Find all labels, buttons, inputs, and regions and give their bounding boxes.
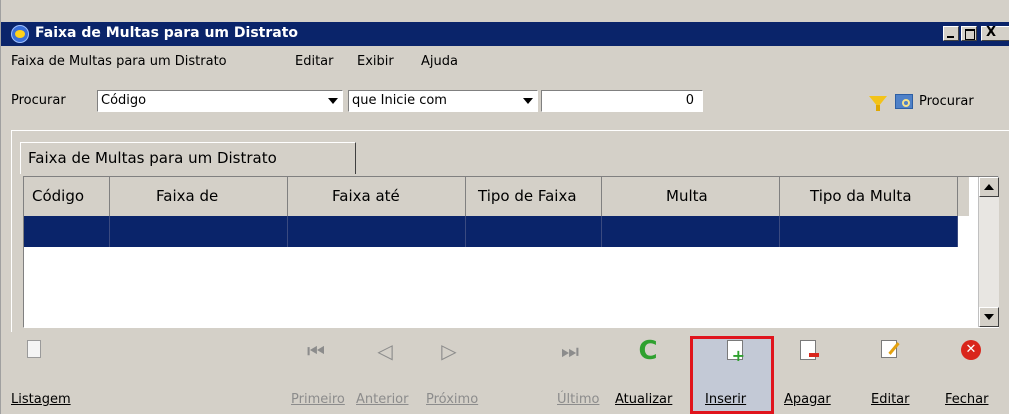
- atualizar-label: Atualizar: [615, 392, 673, 407]
- primeiro-label: Primeiro: [291, 392, 345, 407]
- maximize-icon: [965, 29, 975, 40]
- ultimo-label: Último: [557, 392, 600, 407]
- tab-label: Faixa de Multas para um Distrato: [28, 149, 277, 167]
- column-header-multa[interactable]: Multa: [602, 177, 780, 216]
- column-header-tipo-faixa[interactable]: Tipo de Faixa: [466, 177, 602, 216]
- close-window-button[interactable]: X: [981, 25, 1009, 41]
- search-mode-select[interactable]: que Inicie com: [348, 90, 538, 112]
- editar-label: Editar: [871, 392, 910, 407]
- data-grid[interactable]: Código Faixa de Faixa até Tipo de Faixa …: [23, 176, 999, 328]
- next-icon: ▷: [441, 339, 457, 363]
- apagar-button[interactable]: Apagar: [784, 340, 844, 412]
- search-label: Procurar: [11, 93, 66, 108]
- search-icon: [895, 94, 913, 109]
- table-cell[interactable]: [602, 216, 780, 247]
- menu-item-main[interactable]: Faixa de Multas para um Distrato: [11, 54, 227, 69]
- close-icon: ✕: [961, 340, 981, 360]
- listagem-label: Listagem: [11, 392, 71, 407]
- title-bar[interactable]: Faixa de Multas para um Distrato X: [1, 22, 1009, 46]
- scroll-up-button[interactable]: [979, 177, 999, 197]
- menu-item-ajuda[interactable]: Ajuda: [421, 54, 458, 69]
- editar-button[interactable]: Editar: [871, 340, 921, 412]
- primeiro-button[interactable]: ⏮ Primeiro: [291, 340, 351, 412]
- proximo-button[interactable]: ▷ Próximo: [426, 340, 486, 412]
- chevron-down-icon: [328, 98, 338, 104]
- main-panel: Faixa de Multas para um Distrato Código …: [11, 130, 1009, 333]
- search-button-label: Procurar: [919, 94, 974, 109]
- anterior-label: Anterior: [356, 392, 409, 407]
- maximize-button[interactable]: [961, 26, 977, 41]
- fechar-label: Fechar: [945, 392, 989, 407]
- table-cell[interactable]: [466, 216, 602, 247]
- search-field-select[interactable]: Código: [97, 90, 343, 112]
- edit-icon: [881, 340, 897, 358]
- grid-header: Código Faixa de Faixa até Tipo de Faixa …: [24, 177, 969, 216]
- refresh-icon: C: [638, 336, 658, 366]
- scroll-down-button[interactable]: [979, 307, 999, 327]
- listagem-button[interactable]: Listagem: [11, 340, 81, 412]
- menu-item-editar[interactable]: Editar: [295, 54, 334, 69]
- search-button[interactable]: Procurar: [895, 90, 1009, 112]
- app-icon: [11, 25, 29, 43]
- search-field-value: Código: [101, 93, 147, 108]
- search-input[interactable]: 0: [541, 90, 703, 112]
- tab-faixa-multas[interactable]: Faixa de Multas para um Distrato: [20, 142, 356, 174]
- inserir-label: Inserir: [705, 392, 747, 407]
- ultimo-button[interactable]: ⏭ Último: [557, 340, 607, 412]
- document-icon: [27, 340, 41, 358]
- atualizar-button[interactable]: C Atualizar: [615, 336, 687, 412]
- table-cell[interactable]: [288, 216, 466, 247]
- first-page-icon: ⏮: [307, 339, 325, 363]
- column-header-faixa-de[interactable]: Faixa de: [110, 177, 288, 216]
- chevron-down-icon: [523, 98, 533, 104]
- bottom-toolbar: Listagem ⏮ Primeiro ◁ Anterior ▷ Próximo…: [1, 332, 1009, 414]
- fechar-button[interactable]: ✕ Fechar: [945, 340, 1005, 412]
- minimize-button[interactable]: [943, 26, 959, 41]
- window-title: Faixa de Multas para um Distrato: [35, 25, 299, 41]
- menu-item-exibir[interactable]: Exibir: [357, 54, 394, 69]
- app-window: Faixa de Multas para um Distrato X Faixa…: [0, 0, 1009, 414]
- apagar-label: Apagar: [784, 392, 831, 407]
- previous-icon: ◁: [377, 339, 393, 363]
- table-cell[interactable]: [110, 216, 288, 247]
- search-bar: Procurar Código que Inicie com 0 Procura…: [1, 88, 1009, 114]
- table-row-selected[interactable]: [24, 216, 958, 247]
- new-document-icon: [727, 340, 745, 365]
- column-header-tipo-multa[interactable]: Tipo da Multa: [780, 177, 958, 216]
- column-header-codigo[interactable]: Código: [24, 177, 110, 216]
- column-header-faixa-ate[interactable]: Faixa até: [288, 177, 466, 216]
- proximo-label: Próximo: [426, 392, 479, 407]
- anterior-button[interactable]: ◁ Anterior: [356, 340, 416, 412]
- minimize-icon: [947, 36, 954, 38]
- search-mode-value: que Inicie com: [352, 93, 447, 108]
- filter-icon[interactable]: [869, 96, 887, 111]
- table-cell[interactable]: [24, 216, 110, 247]
- last-page-icon: ⏭: [561, 339, 579, 363]
- inserir-button[interactable]: Inserir: [705, 340, 765, 412]
- vertical-scrollbar[interactable]: [978, 177, 999, 327]
- table-cell[interactable]: [780, 216, 958, 247]
- close-icon: X: [986, 25, 997, 40]
- delete-document-icon: [800, 340, 819, 360]
